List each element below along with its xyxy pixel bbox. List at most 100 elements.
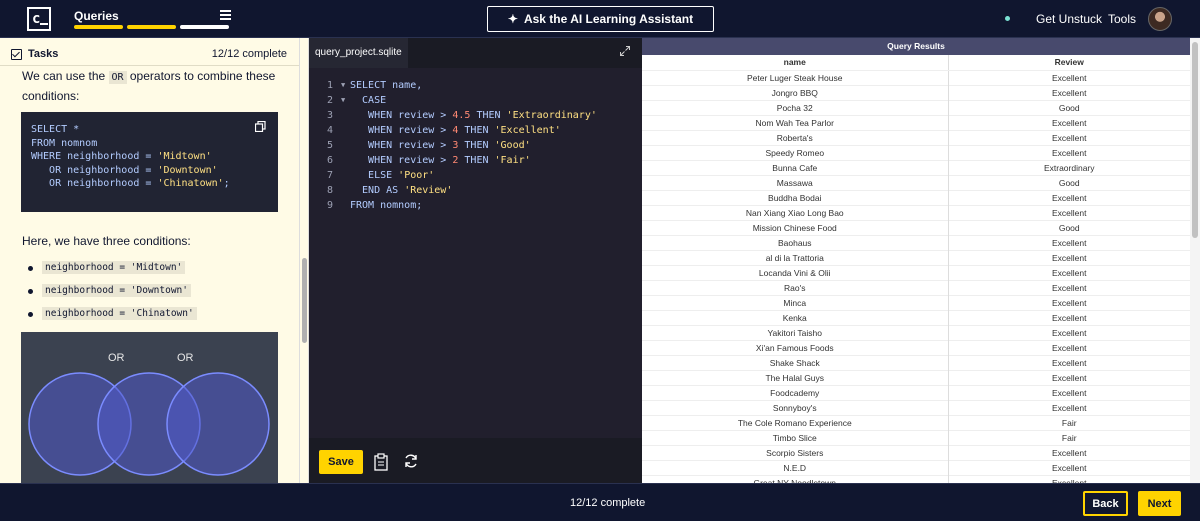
refresh-icon[interactable]	[403, 453, 419, 469]
menu-icon[interactable]	[220, 10, 231, 20]
cell-review: Excellent	[948, 399, 1190, 415]
cell-name: Nan Xiang Xiao Long Bao	[642, 204, 949, 220]
code-text-area[interactable]: 1 ▼ SELECT name, 2 ▼ CASE 3 WHEN review > 4.5…	[309, 78, 642, 213]
code-token: 'Chinatown'	[157, 178, 224, 189]
intro-paragraph: We can use the OR operators to combine t…	[22, 67, 280, 105]
cell-name: Xi'an Famous Foods	[642, 339, 949, 355]
fold-arrow-icon[interactable]: ▼	[341, 78, 345, 93]
editor-line: 5 WHEN review > 3 THEN 'Good'	[309, 138, 642, 153]
cell-name: Yakitori Taisho	[642, 324, 949, 340]
cell-review: Excellent	[948, 294, 1190, 310]
cell-review: Excellent	[948, 384, 1190, 400]
codecademy-logo[interactable]: c	[27, 7, 51, 31]
inline-code-or: OR	[108, 71, 127, 84]
table-row: Pocha 32 Good	[642, 99, 1190, 115]
table-row: Shake Shack Excellent	[642, 354, 1190, 370]
table-row: Great NY Noodletown Excellent	[642, 474, 1190, 483]
cell-name: Roberta's	[642, 129, 949, 145]
code-token: 'Fair'	[494, 155, 531, 166]
line-number: 5	[326, 140, 333, 151]
cell-name: Sonnyboy's	[642, 399, 949, 415]
expand-icon[interactable]	[620, 46, 630, 56]
bullet-item: neighborhood = 'Downtown'	[28, 284, 191, 297]
code-line: FROM nomnom	[31, 137, 268, 151]
line-text: WHEN review > 4.5 THEN 'Extraordinary'	[350, 108, 597, 123]
clipboard-icon[interactable]	[374, 453, 390, 471]
save-button[interactable]: Save	[319, 450, 363, 474]
cell-review: Good	[948, 99, 1190, 115]
line-text: ELSE 'Poor'	[350, 168, 434, 183]
query-results-panel: Query Results name Review Peter Luger St…	[642, 38, 1190, 483]
status-dot	[1005, 16, 1010, 21]
cell-name: Nom Wah Tea Parlor	[642, 114, 949, 130]
lesson-scrollbar[interactable]	[300, 38, 309, 483]
line-number: 1	[326, 80, 333, 91]
cell-name: Kenka	[642, 309, 949, 325]
cell-name: al di la Trattoria	[642, 249, 949, 265]
code-token: 'Downtown'	[157, 164, 218, 176]
editor-line: 8 END AS 'Review'	[309, 183, 642, 198]
code-token: 'Extraordinary'	[506, 110, 597, 121]
get-unstuck-link[interactable]: Get Unstuck	[1036, 12, 1102, 26]
table-row: Locanda Vini & Olii Excellent	[642, 264, 1190, 280]
cell-name: Bunna Cafe	[642, 159, 949, 175]
cell-name: Peter Luger Steak House	[642, 69, 949, 85]
top-bar: c Queries ✦ Ask the AI Learning Assistan…	[0, 0, 1200, 38]
table-row: The Halal Guys Excellent	[642, 369, 1190, 385]
avatar[interactable]	[1148, 7, 1172, 31]
table-row: Rao's Excellent	[642, 279, 1190, 295]
cell-review: Excellent	[948, 474, 1190, 483]
cell-review: Excellent	[948, 129, 1190, 145]
code-token: 'Excellent'	[494, 125, 561, 136]
line-number: 4	[326, 125, 333, 136]
results-table: name Review Peter Luger Steak House Excel…	[642, 55, 1190, 483]
cell-review: Excellent	[948, 459, 1190, 475]
tasks-label: Tasks	[28, 48, 59, 60]
cell-review: Excellent	[948, 144, 1190, 160]
back-button[interactable]: Back	[1083, 491, 1128, 516]
table-row: Foodcademy Excellent	[642, 384, 1190, 400]
code-token: FROM nomnom;	[350, 200, 423, 211]
completion-status: 12/12 complete	[570, 497, 646, 509]
table-row: Sonnyboy's Excellent	[642, 399, 1190, 415]
bullet-item: neighborhood = 'Midtown'	[28, 261, 186, 274]
cell-review: Excellent	[948, 189, 1190, 205]
line-text: WHEN review > 3 THEN 'Good'	[350, 138, 531, 153]
cell-review: Excellent	[948, 354, 1190, 370]
line-text: FROM nomnom;	[350, 198, 422, 213]
bullet-code: neighborhood = 'Downtown'	[42, 284, 191, 297]
copy-icon[interactable]	[255, 121, 266, 132]
line-text: END AS 'Review'	[350, 183, 452, 198]
table-row: Minca Excellent	[642, 294, 1190, 310]
intro-text-1: We can use the	[22, 69, 109, 83]
code-editor: query_project.sqlite 1 ▼ SELECT name, 2 ▼ CA…	[309, 38, 642, 483]
results-scrollbar[interactable]	[1190, 38, 1200, 483]
cell-review: Excellent	[948, 204, 1190, 220]
code-token: SELECT *	[31, 124, 80, 135]
cell-name: Buddha Bodai	[642, 189, 949, 205]
table-row: Massawa Good	[642, 174, 1190, 190]
progress-segment-3	[180, 25, 229, 29]
file-tab[interactable]: query_project.sqlite	[309, 38, 408, 68]
venn-diagram: OR OR	[21, 332, 278, 483]
fold-arrow-icon[interactable]: ▼	[341, 93, 345, 108]
code-line: SELECT *	[31, 123, 268, 137]
cell-name: Shake Shack	[642, 354, 949, 370]
column-header: Review	[948, 55, 1190, 71]
table-row: The Cole Romano Experience Fair	[642, 414, 1190, 430]
cell-review: Excellent	[948, 279, 1190, 295]
line-number: 9	[326, 200, 333, 211]
tools-link[interactable]: Tools	[1108, 12, 1136, 26]
editor-toolbar: Save	[309, 438, 642, 483]
cell-review: Excellent	[948, 264, 1190, 280]
ai-assistant-button[interactable]: ✦ Ask the AI Learning Assistant	[487, 6, 714, 32]
code-token: 'Midtown'	[157, 151, 212, 162]
cell-review: Extraordinary	[948, 159, 1190, 175]
table-row: Buddha Bodai Excellent	[642, 189, 1190, 205]
cell-review: Excellent	[948, 114, 1190, 130]
next-button[interactable]: Next	[1138, 491, 1181, 516]
tasks-header[interactable]: Tasks 12/12 complete	[0, 38, 299, 66]
file-tab-bar: query_project.sqlite	[309, 38, 642, 68]
editor-line: 6 WHEN review > 2 THEN 'Fair'	[309, 153, 642, 168]
cell-review: Fair	[948, 429, 1190, 445]
